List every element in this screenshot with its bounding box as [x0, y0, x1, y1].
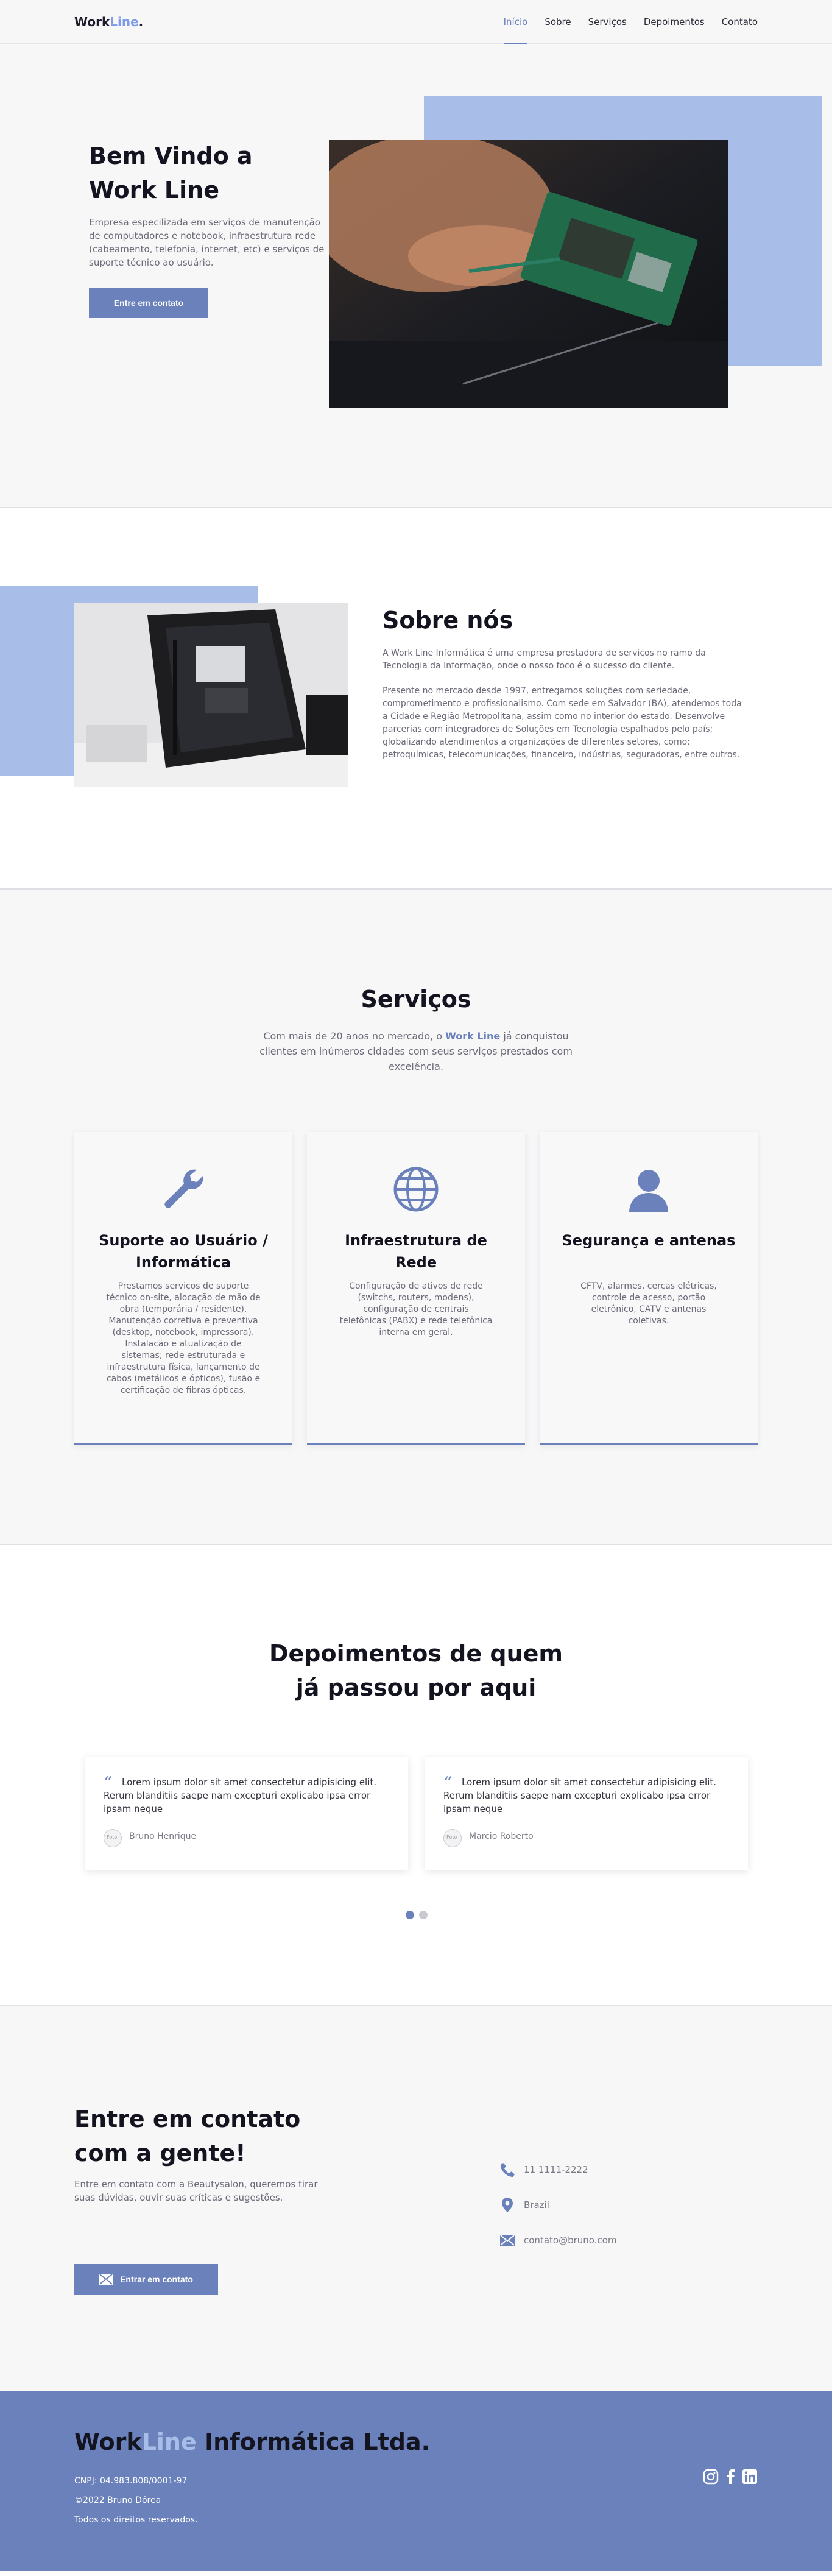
testimonial-text: Lorem ipsum dolor sit amet consectetur a… — [443, 1777, 717, 1814]
testimonial-card: “ Lorem ipsum dolor sit amet consectetur… — [425, 1757, 748, 1870]
testimonial-card: “ Lorem ipsum dolor sit amet consectetur… — [85, 1757, 408, 1870]
instagram-icon[interactable] — [703, 2469, 719, 2485]
contact-location-text: Brazil — [524, 2199, 549, 2210]
testimonials-title: Depoimentos de quem já passou por aqui — [269, 1640, 563, 1701]
globe-icon — [393, 1167, 439, 1212]
footer-copyright: ©2022 Bruno Dórea — [74, 2496, 161, 2505]
services-intro: Com mais de 20 anos no mercado, o Work L… — [255, 1028, 577, 1074]
service-card-title: Infraestrutura de Rede — [345, 1232, 487, 1271]
contact-button-label: Entrar em contato — [120, 2274, 193, 2284]
logo-main: Work — [74, 15, 110, 29]
hero-section: Bem Vindo a Work Line Empresa especiliza… — [0, 44, 832, 508]
footer-title-rest: Informática Ltda. — [196, 2429, 431, 2455]
phone-icon — [500, 2163, 515, 2177]
user-icon — [629, 1170, 668, 1212]
facebook-icon[interactable] — [722, 2469, 738, 2485]
contact-title: Entre em contato com a gente! — [74, 2106, 301, 2167]
contact-phone-text: 11 1111-2222 — [524, 2164, 588, 2175]
hero-description: Empresa especilizada em serviços de manu… — [89, 217, 325, 268]
social-links — [703, 2469, 758, 2485]
about-title: Sobre nós — [383, 607, 513, 634]
contact-description: Entre em contato com a Beautysalon, quer… — [74, 2179, 318, 2203]
carousel-dot-2[interactable] — [419, 1911, 428, 1919]
nav-link-inicio[interactable]: Início — [503, 0, 527, 44]
service-card-title: Suporte ao Usuário / Informática — [99, 1232, 268, 1271]
services-title: Serviços — [361, 986, 471, 1013]
location-pin-icon — [502, 2198, 513, 2212]
services-section: Serviços Com mais de 20 anos no mercado,… — [0, 890, 832, 1545]
nav-link-contato[interactable]: Contato — [722, 0, 758, 44]
mail-icon — [99, 2274, 113, 2285]
hero-contact-button[interactable]: Entre em contato — [89, 288, 208, 318]
testimonial-text: Lorem ipsum dolor sit amet consectetur a… — [104, 1777, 377, 1814]
linkedin-icon[interactable] — [742, 2469, 758, 2485]
avatar-alt-text: Foto — [446, 1835, 457, 1840]
about-paragraph-2: Presente no mercado desde 1997, entregam… — [383, 686, 742, 760]
main-nav: Início Sobre Serviços Depoimentos Contat… — [503, 0, 758, 44]
contact-email-text: contato@bruno.com — [524, 2235, 617, 2246]
logo-dot: . — [138, 15, 144, 29]
service-card-text: CFTV, alarmes, cercas elétricas, control… — [580, 1281, 717, 1326]
hero-image — [329, 140, 728, 408]
contact-button[interactable]: Entrar em contato — [74, 2264, 218, 2295]
about-image — [74, 603, 348, 787]
logo[interactable]: WorkLine. — [74, 15, 143, 29]
footer-rights: Todos os direitos reservados. — [74, 2515, 198, 2525]
wrench-icon — [164, 1169, 203, 1208]
footer-company-name: WorkLine Informática Ltda. — [74, 2429, 430, 2455]
envelope-icon — [500, 2235, 515, 2246]
logo-accent: Line — [110, 15, 139, 29]
about-section: Sobre nós A Work Line Informática é uma … — [0, 508, 832, 890]
footer-title-main: Work — [74, 2429, 142, 2455]
service-card-title: Segurança e antenas — [562, 1232, 736, 1249]
testimonial-author: Bruno Henrique — [129, 1831, 197, 1841]
carousel-dot-1[interactable] — [406, 1911, 414, 1919]
nav-link-servicos[interactable]: Serviços — [588, 0, 627, 44]
contact-email[interactable]: contato@bruno.com — [499, 2232, 616, 2248]
service-card-suporte: Suporte ao Usuário / Informática Prestam… — [74, 1132, 292, 1445]
service-card-text: Prestamos serviços de suporte técnico on… — [106, 1281, 261, 1395]
footer-cnpj: CNPJ: 04.983.808/0001-97 — [74, 2476, 188, 2486]
avatar: Foto — [104, 1829, 122, 1847]
testimonial-author: Marcio Roberto — [469, 1831, 534, 1841]
contact-phone[interactable]: 11 1111-2222 — [499, 2162, 588, 2178]
site-footer: WorkLine Informática Ltda. CNPJ: 04.983.… — [0, 2391, 832, 2571]
carousel-dots — [406, 1911, 428, 1919]
contact-location: Brazil — [499, 2197, 549, 2213]
service-card-seguranca: Segurança e antenas CFTV, alarmes, cerca… — [540, 1132, 758, 1445]
services-intro-before: Com mais de 20 anos no mercado, o — [263, 1030, 446, 1042]
avatar: Foto — [443, 1829, 462, 1847]
service-card-infraestrutura: Infraestrutura de Rede Configuração de a… — [307, 1132, 525, 1445]
services-intro-highlight: Work Line — [445, 1030, 501, 1042]
avatar-alt-text: Foto — [107, 1835, 118, 1840]
service-card-text: Configuração de ativos de rede (switchs,… — [339, 1281, 493, 1337]
contact-section: Entre em contato com a gente! Entre em c… — [0, 2006, 832, 2391]
site-header: WorkLine. Início Sobre Serviços Depoimen… — [0, 0, 832, 44]
nav-link-sobre[interactable]: Sobre — [545, 0, 571, 44]
testimonials-section: Depoimentos de quem já passou por aqui “… — [0, 1545, 832, 2006]
hero-title: Bem Vindo a Work Line — [89, 143, 253, 203]
about-paragraph-1: A Work Line Informática é uma empresa pr… — [383, 648, 706, 671]
nav-link-depoimentos[interactable]: Depoimentos — [644, 0, 705, 44]
footer-title-accent: Line — [141, 2429, 197, 2455]
